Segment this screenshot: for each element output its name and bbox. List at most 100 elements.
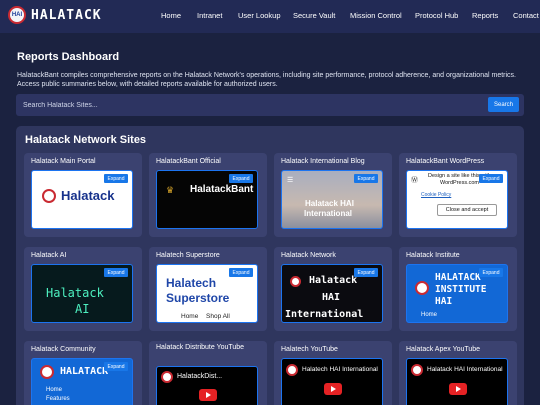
site-card-bant-official[interactable]: HalatackBant Official Expand ♛ HalatackB… [149, 153, 267, 237]
card-title: HalatackBant WordPress [406, 158, 485, 165]
nav-intranet[interactable]: Intranet [197, 11, 222, 20]
expand-button[interactable]: Expand [104, 362, 128, 371]
card-title: Halatack Community [31, 346, 96, 353]
intro-line-1: HalatackBant compiles comprehensive repo… [17, 72, 516, 79]
sites-panel-title: Halatack Network Sites [25, 134, 147, 146]
expand-button[interactable]: Expand [229, 174, 253, 183]
preview-text: HalatackBant [190, 184, 254, 195]
card-title: Halatack Network [281, 252, 336, 259]
preview-text-1: Halatack [46, 286, 104, 300]
preview-text-3: International [285, 309, 364, 320]
expand-button[interactable]: Expand [104, 268, 128, 277]
youtube-play-icon[interactable] [324, 383, 342, 395]
site-preview[interactable]: Expand ♛ HalatackBant [156, 170, 258, 229]
card-title: Halatech YouTube [281, 346, 338, 353]
card-title: Halatack Main Portal [31, 158, 96, 165]
preview-text-2: HAI [322, 292, 341, 303]
nav-contact[interactable]: Contact [513, 11, 539, 20]
preview-text-1: HALATACK [435, 272, 481, 283]
preview-text: HALATACK [60, 366, 109, 377]
site-card-community[interactable]: Halatack Community Expand HALATACK Home … [24, 341, 142, 405]
nav-reports[interactable]: Reports [472, 11, 498, 20]
expand-button[interactable]: Expand [479, 268, 503, 277]
halatack-logo-icon [42, 189, 56, 203]
site-preview[interactable]: Expand ☰ Halatack HAI International [281, 170, 383, 229]
search-button[interactable]: Search [488, 97, 519, 112]
sites-panel: Halatack Network Sites Halatack Main Por… [16, 126, 524, 405]
expand-button[interactable]: Expand [354, 174, 378, 183]
preview-menu-home: Home [181, 313, 199, 320]
wordpress-icon: Ⓦ [411, 177, 418, 184]
site-card-apex-youtube[interactable]: Halatack Apex YouTube Halatack HAI Inter… [399, 341, 517, 405]
preview-text: HalatackDist... [177, 373, 223, 380]
search-input[interactable] [16, 94, 486, 116]
preview-text-3: HAI [435, 296, 453, 307]
expand-button[interactable]: Expand [229, 268, 253, 277]
expand-button[interactable]: Expand [104, 174, 128, 183]
top-navbar: HAI HALATACK Home Intranet User Lookup S… [0, 0, 540, 33]
nav-protocol-hub[interactable]: Protocol Hub [415, 11, 458, 20]
page-intro: HalatackBant compiles comprehensive repo… [17, 71, 527, 89]
expand-button[interactable]: Expand [354, 268, 378, 277]
preview-text-2: WordPress.com [440, 180, 480, 186]
halatack-logo-icon [415, 281, 429, 295]
nav-mission-control[interactable]: Mission Control [350, 11, 402, 20]
site-preview[interactable]: Expand Halatech Superstore Home Shop All [156, 264, 258, 323]
preview-text-2: International [304, 209, 353, 218]
channel-avatar-icon [286, 364, 298, 376]
preview-text-1: Halatack HAI [305, 199, 354, 208]
site-preview[interactable]: Halatech HAI International [281, 358, 383, 405]
search-bar: Search [16, 94, 524, 116]
site-card-superstore[interactable]: Halatech Superstore Expand Halatech Supe… [149, 247, 267, 331]
preview-menu-home: Home [421, 312, 438, 318]
card-title: Halatack Apex YouTube [406, 346, 481, 353]
site-card-halatech-youtube[interactable]: Halatech YouTube Halatech HAI Internatio… [274, 341, 392, 405]
channel-avatar-icon [161, 371, 173, 383]
card-title: Halatack Distribute YouTube [156, 344, 245, 351]
card-title: Halatack International Blog [281, 158, 365, 165]
site-card-network[interactable]: Halatack Network Expand Halatack HAI Int… [274, 247, 392, 331]
channel-avatar-icon [411, 364, 423, 376]
nav-secure-vault[interactable]: Secure Vault [293, 11, 335, 20]
nav-user-lookup[interactable]: User Lookup [238, 11, 281, 20]
site-preview[interactable]: Expand Ⓦ Design a site like this with Wo… [406, 170, 508, 229]
preview-text-2: AI [75, 302, 90, 316]
preview-menu-features: Features [46, 396, 70, 402]
site-card-ai[interactable]: Halatack AI Expand Halatack AI [24, 247, 142, 331]
youtube-play-icon[interactable] [199, 389, 217, 401]
card-title: Halatack AI [31, 252, 67, 259]
preview-menu-shop: Shop All [206, 313, 230, 320]
cookie-policy-link[interactable]: Cookie Policy [421, 192, 451, 198]
site-preview[interactable]: Expand Halatack [31, 170, 133, 229]
preview-text-2: Superstore [166, 291, 230, 305]
site-preview[interactable]: Halatack HAI International [406, 358, 508, 405]
preview-text-1: Halatech [166, 276, 217, 290]
site-card-bant-wordpress[interactable]: HalatackBant WordPress Expand Ⓦ Design a… [399, 153, 517, 237]
site-preview[interactable]: Expand Halatack AI [31, 264, 133, 323]
youtube-play-icon[interactable] [449, 383, 467, 395]
site-preview[interactable]: HalatackDist... [156, 366, 258, 405]
preview-text: Halatack HAI International [427, 366, 503, 373]
close-and-accept-button[interactable]: Close and accept [437, 204, 497, 216]
menu-icon: ☰ [287, 177, 294, 184]
expand-button[interactable]: Expand [479, 174, 503, 183]
nav-home[interactable]: Home [161, 11, 181, 20]
preview-text: Halatech HAI International [302, 366, 378, 373]
site-preview[interactable]: Expand Halatack HAI International [281, 264, 383, 323]
site-card-institute[interactable]: Halatack Institute Expand HALATACK INSTI… [399, 247, 517, 331]
preview-text-1: Halatack [309, 275, 358, 286]
site-card-international-blog[interactable]: Halatack International Blog Expand ☰ Hal… [274, 153, 392, 237]
crown-icon: ♛ [166, 185, 175, 195]
nav-links: Home Intranet User Lookup Secure Vault M… [0, 0, 540, 33]
preview-menu-home: Home [46, 387, 63, 393]
card-title: Halatech Superstore [156, 252, 220, 259]
card-title: Halatack Institute [406, 252, 460, 259]
site-preview[interactable]: Expand HALATACK Home Features [31, 358, 133, 405]
halatack-logo-icon [40, 365, 54, 379]
site-card-main-portal[interactable]: Halatack Main Portal Expand Halatack [24, 153, 142, 237]
preview-text: Halatack [61, 188, 115, 203]
site-preview[interactable]: Expand HALATACK INSTITUTE HAI Home [406, 264, 508, 323]
preview-text-2: INSTITUTE [435, 284, 487, 295]
card-title: HalatackBant Official [156, 158, 221, 165]
site-card-distribute-youtube[interactable]: Halatack Distribute YouTube HalatackDist… [149, 341, 267, 405]
